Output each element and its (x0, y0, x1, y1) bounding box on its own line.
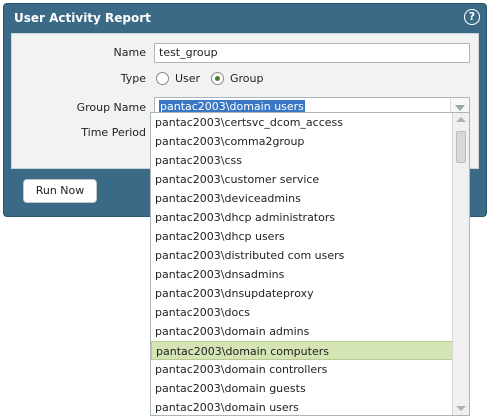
dropdown-option[interactable]: pantac2003\domain controllers (151, 360, 453, 379)
dialog-title: User Activity Report (14, 11, 151, 25)
dropdown-option[interactable]: pantac2003\dhcp users (151, 227, 453, 246)
name-input[interactable]: test_group (154, 43, 470, 63)
dropdown-option[interactable]: pantac2003\domain admins (151, 322, 453, 341)
dropdown-option[interactable]: pantac2003\css (151, 151, 453, 170)
dropdown-option-highlighted[interactable]: pantac2003\domain computers (151, 341, 453, 360)
group-name-label: Group Name (76, 101, 146, 114)
type-label: Type (120, 72, 146, 85)
type-group-radio[interactable] (211, 72, 224, 85)
dropdown-option[interactable]: pantac2003\dnsadmins (151, 265, 453, 284)
scroll-up-icon[interactable] (456, 117, 466, 122)
dropdown-scrollbar[interactable] (452, 113, 469, 415)
name-label: Name (113, 46, 146, 59)
name-input-value: test_group (159, 46, 218, 59)
type-user-radio[interactable] (156, 72, 169, 85)
run-now-button[interactable]: Run Now (23, 179, 97, 203)
dropdown-option[interactable]: pantac2003\docs (151, 303, 453, 322)
dropdown-option[interactable]: pantac2003\domain guests (151, 379, 453, 398)
type-user-label: User (175, 72, 201, 85)
dropdown-option[interactable]: pantac2003\dhcp administrators (151, 208, 453, 227)
dropdown-option[interactable]: pantac2003\domain users (151, 398, 453, 415)
dropdown-option[interactable]: pantac2003\certsvc_dcom_access (151, 113, 453, 132)
scroll-down-icon[interactable] (456, 406, 466, 411)
type-group-label: Group (230, 72, 264, 85)
dropdown-option[interactable]: pantac2003\distributed com users (151, 246, 453, 265)
dropdown-option[interactable]: pantac2003\comma2group (151, 132, 453, 151)
question-mark-icon[interactable]: ? (464, 9, 480, 25)
dropdown-option[interactable]: pantac2003\dnsupdateproxy (151, 284, 453, 303)
dropdown-option[interactable]: pantac2003\customer service (151, 170, 453, 189)
time-period-label: Time Period (81, 126, 146, 139)
scroll-thumb[interactable] (456, 131, 466, 163)
group-name-dropdown[interactable]: pantac2003\certsvc_dcom_access pantac200… (150, 112, 470, 416)
dropdown-option[interactable]: pantac2003\deviceadmins (151, 189, 453, 208)
